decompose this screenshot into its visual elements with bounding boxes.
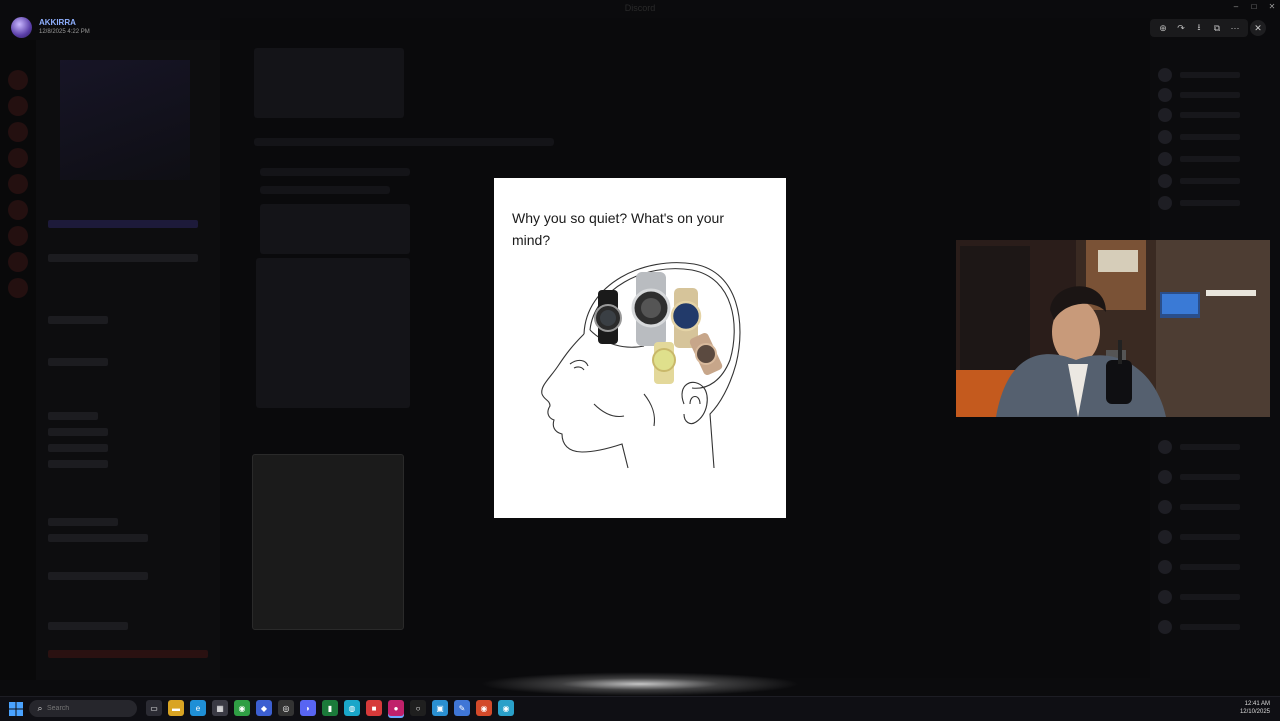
head-with-watches-drawing [541, 262, 741, 469]
image-viewer-toolbar: ⊕ ↷ ⭳ ⧉ ⋯ [1150, 19, 1248, 37]
message-line [260, 168, 410, 176]
channel-list [36, 40, 220, 680]
maximize-button[interactable]: □ [1248, 2, 1260, 11]
obs-icon[interactable]: ◎ [278, 700, 294, 716]
server-banner [60, 60, 190, 180]
server-icon [8, 278, 28, 298]
edge-icon[interactable]: e [190, 700, 206, 716]
app-icon[interactable]: ◆ [256, 700, 272, 716]
photos-icon[interactable]: ▣ [432, 700, 448, 716]
open-external-icon[interactable]: ⧉ [1208, 19, 1226, 37]
stats-icon[interactable]: ▮ [322, 700, 338, 716]
channel-row [48, 572, 148, 580]
server-icon [8, 252, 28, 272]
server-icon [8, 96, 28, 116]
message-image-thumbnail[interactable] [252, 454, 404, 630]
task-view-icon[interactable]: ▭ [146, 700, 162, 716]
editor-icon[interactable]: ✎ [454, 700, 470, 716]
viewer-close-icon[interactable]: ✕ [1250, 20, 1266, 36]
channel-row [48, 254, 198, 262]
windows-start-icon[interactable] [8, 701, 24, 717]
zoom-in-icon[interactable]: ⊕ [1154, 19, 1172, 37]
channel-row [48, 412, 98, 420]
message-embed [260, 204, 410, 254]
avatar[interactable] [11, 17, 32, 38]
browser-icon[interactable]: ◍ [344, 700, 360, 716]
forward-icon[interactable]: ↷ [1172, 19, 1190, 37]
clock-time: 12:41 AM [1244, 701, 1270, 707]
meme-caption: Why you so quiet? What's on your mind? [512, 210, 724, 248]
chrome-profile-icon[interactable]: ◉ [476, 700, 492, 716]
system-clock[interactable]: 12:41 AM 12/10/2025 [1240, 700, 1270, 716]
channel-row [48, 220, 198, 228]
taskbar-search[interactable]: ⌕ [29, 700, 137, 717]
ambient-glow [480, 672, 800, 696]
channel-row [48, 316, 108, 324]
server-icon [8, 174, 28, 194]
upload-timestamp: 12/8/2025 4:22 PM [39, 29, 90, 35]
roblox-icon[interactable]: ■ [366, 700, 382, 716]
download-icon[interactable]: ⭳ [1190, 19, 1208, 37]
channel-row [48, 518, 118, 526]
message-image [256, 258, 410, 408]
message-line [260, 186, 390, 194]
more-icon[interactable]: ⋯ [1226, 19, 1244, 37]
channel-row [48, 460, 108, 468]
discord-icon[interactable]: ◗ [300, 700, 316, 716]
channel-row [48, 534, 148, 542]
server-icon [8, 70, 28, 90]
channel-row [48, 444, 108, 452]
channel-row [48, 650, 208, 658]
server-icon [8, 226, 28, 246]
recording-icon[interactable]: ● [388, 700, 404, 716]
capture-icon[interactable]: ○ [410, 700, 426, 716]
channel-row [48, 622, 128, 630]
server-icon [8, 200, 28, 220]
uploader-info: AKKIRRA 12/8/2025 4:22 PM [11, 17, 90, 38]
channel-row [48, 358, 108, 366]
server-icon [8, 122, 28, 142]
server-rail [0, 40, 36, 680]
search-input[interactable] [47, 705, 117, 712]
search-icon: ⌕ [37, 703, 43, 713]
uploader-name[interactable]: AKKIRRA [39, 18, 90, 28]
minimize-button[interactable]: – [1230, 2, 1242, 11]
channel-row [48, 428, 108, 436]
taskbar-apps: ▭ ▬ e ▦ ◉ ◆ ◎ ◗ ▮ ◍ ■ ● ○ ▣ ✎ ◉ ◉ [146, 700, 514, 716]
meme-image[interactable]: Why you so quiet? What's on your mind? [494, 178, 786, 518]
chrome-dev-icon[interactable]: ◉ [498, 700, 514, 716]
message-embed [254, 48, 404, 118]
store-icon[interactable]: ▦ [212, 700, 228, 716]
server-icon [8, 148, 28, 168]
taskbar: ⌕ ▭ ▬ e ▦ ◉ ◆ ◎ ◗ ▮ ◍ ■ ● ○ ▣ ✎ ◉ ◉ 12:41 AM 12/10/2025 [0, 696, 1280, 721]
file-explorer-icon[interactable]: ▬ [168, 700, 184, 716]
message-line [254, 138, 554, 146]
window-close-button[interactable]: ✕ [1266, 2, 1278, 11]
window-title: Discord [624, 3, 656, 13]
chrome-icon[interactable]: ◉ [234, 700, 250, 716]
clock-date: 12/10/2025 [1239, 709, 1270, 715]
webcam-overlay [956, 240, 1270, 417]
